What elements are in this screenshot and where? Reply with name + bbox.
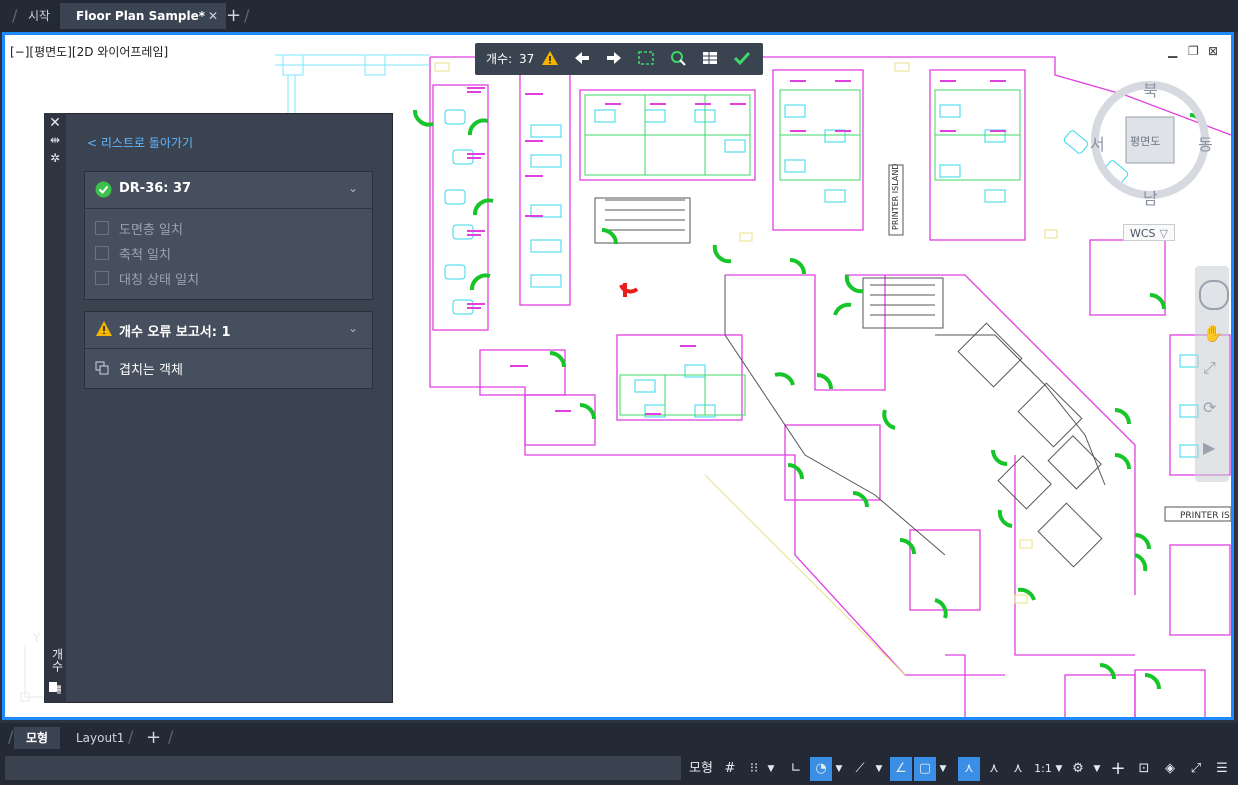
zoom-selection-icon[interactable] <box>637 49 655 69</box>
isolate-objects-icon[interactable]: ◈ <box>1160 757 1180 781</box>
minimize-icon[interactable]: ▁ <box>1168 44 1177 58</box>
done-check-icon[interactable] <box>733 49 751 69</box>
room-labels <box>467 80 1006 415</box>
workspace-gear-icon[interactable]: ⚙ <box>1068 757 1088 781</box>
dr36-section: DR-36: 37 ⌄ 도면층 일치 축척 일치 대칭 상태 일치 <box>84 171 373 300</box>
chevron-down-icon[interactable]: ▼ <box>766 757 776 781</box>
error-report-section: 개수 오류 보고서: 1 ⌄ 겹치는 객체 <box>84 311 373 389</box>
block-count-title: DR-36: 37 <box>119 181 192 196</box>
compass-south[interactable]: 남 <box>1143 185 1158 209</box>
object-snap-tracking-icon[interactable]: ∠ <box>890 757 912 781</box>
ortho-icon[interactable]: ∟ <box>786 757 806 781</box>
annotation-visibility-icon[interactable]: ⋏ <box>958 757 980 781</box>
auto-scale-icon[interactable]: ⋏ <box>984 757 1004 781</box>
count-value: 37 <box>519 52 535 66</box>
scale-selector[interactable]: 1:1 <box>1032 757 1054 781</box>
command-line[interactable] <box>5 756 681 780</box>
restore-icon[interactable]: ❐ <box>1188 44 1199 58</box>
viewport-controls-label[interactable]: [−][평면도][2D 와이어프레임] <box>10 43 168 60</box>
fullscreen-icon[interactable]: ⤢ <box>1186 757 1206 781</box>
close-viewport-icon[interactable]: ⊠ <box>1208 44 1218 58</box>
checkbox[interactable] <box>95 271 109 285</box>
tab-floor-plan-sample[interactable]: Floor Plan Sample* ✕ <box>60 3 226 29</box>
checkbox[interactable] <box>95 246 109 260</box>
wcs-menu[interactable]: WCS ▽ <box>1123 224 1175 241</box>
ucs-y-label: Y <box>32 631 41 645</box>
chevron-down-icon[interactable]: ▼ <box>1054 757 1064 781</box>
success-check-icon <box>95 181 112 201</box>
snap-mode-icon[interactable]: ⁝⁝ <box>744 757 764 781</box>
svg-text:PRINTER ISLAND: PRINTER ISLAND <box>891 164 900 230</box>
previous-arrow-icon[interactable] <box>573 49 591 69</box>
svg-text:PRINTER ISLA: PRINTER ISLA <box>1180 511 1231 521</box>
count-toolbar: 개수: 37 <box>475 43 763 75</box>
pan-hand-icon[interactable]: ✋ <box>1203 324 1223 343</box>
grid-icon[interactable]: # <box>720 757 740 781</box>
steering-wheel-icon[interactable] <box>1199 280 1229 310</box>
orbit-icon[interactable]: ⟳ <box>1203 398 1216 417</box>
chevron-down-icon[interactable]: ⌄ <box>348 321 358 335</box>
zoom-extents-icon[interactable]: ⤢ <box>1203 358 1216 378</box>
model-space-button[interactable]: 모형 <box>686 757 716 781</box>
tab-title: Floor Plan Sample* <box>76 9 205 23</box>
insert-table-icon[interactable] <box>701 49 719 69</box>
object-snap-icon[interactable]: ▢ <box>914 757 936 781</box>
printer-island-1: PRINTER ISLAND <box>888 164 904 236</box>
layout-tab-bar: / 모형 Layout1 / + / <box>0 723 1238 753</box>
chevron-down-icon[interactable]: ▼ <box>834 757 844 781</box>
printer-island-2: PRINTER ISLA <box>1164 506 1231 522</box>
units-icon[interactable]: ⊡ <box>1134 757 1154 781</box>
showmotion-icon[interactable]: ▶ <box>1203 438 1215 457</box>
palette-title: 개수 <box>50 648 64 672</box>
count-label: 개수: <box>486 52 513 66</box>
interior-structure <box>594 197 1106 568</box>
back-to-list-link[interactable]: < 리스트로 돌아가기 <box>87 134 193 151</box>
compass-east[interactable]: 동 <box>1198 131 1213 155</box>
find-objects-icon[interactable] <box>669 49 687 69</box>
annotation-scale-icon[interactable]: ⋏ <box>1008 757 1028 781</box>
overlap-icon <box>95 361 109 379</box>
chevron-down-icon[interactable]: ▼ <box>938 757 948 781</box>
tab-model[interactable]: 모형 <box>14 727 61 749</box>
annotation-lines <box>434 62 1058 676</box>
chevron-down-icon[interactable]: ▼ <box>874 757 884 781</box>
properties-gear-icon[interactable]: ✲ <box>44 151 66 165</box>
autohide-icon[interactable]: ⇹ <box>44 133 66 147</box>
viewcube[interactable]: 북 남 서 동 평면도 <box>1080 75 1230 245</box>
warning-icon <box>95 320 113 340</box>
tab-layout1[interactable]: Layout1 <box>64 727 136 749</box>
checkbox[interactable] <box>95 221 109 235</box>
navigation-bar: ✋ ⤢ ⟳ ▶ <box>1195 266 1229 482</box>
error-report-header[interactable]: 개수 오류 보고서: 1 ⌄ <box>85 312 372 349</box>
chevron-down-icon[interactable]: ▼ <box>1092 757 1102 781</box>
polar-tracking-icon[interactable]: ◔ <box>810 757 832 781</box>
compass-north[interactable]: 북 <box>1143 77 1158 101</box>
error-door <box>619 283 639 297</box>
chevron-down-icon[interactable]: ⌄ <box>348 181 358 195</box>
document-tab-bar: / 시작 Floor Plan Sample* ✕ + / <box>0 0 1238 32</box>
count-palette-icon <box>44 681 66 698</box>
close-palette-icon[interactable]: ✕ <box>44 115 66 131</box>
tab-separator: / <box>244 6 250 25</box>
next-arrow-icon[interactable] <box>605 49 623 69</box>
tab-start[interactable]: 시작 <box>16 3 62 29</box>
warning-icon[interactable] <box>541 49 559 69</box>
palette-side-strip: ✕ ⇹ ✲ 개수 <box>44 113 66 703</box>
workstations <box>584 89 1021 416</box>
customize-menu-icon[interactable]: ☰ <box>1212 757 1232 781</box>
dr36-section-header[interactable]: DR-36: 37 ⌄ <box>85 172 372 209</box>
compass-west[interactable]: 서 <box>1090 131 1105 155</box>
error-report-title: 개수 오류 보고서: 1 <box>119 325 231 340</box>
viewcube-top-face[interactable]: 평면도 <box>1130 133 1160 149</box>
isodraft-icon[interactable]: ⟋ <box>850 757 870 781</box>
annotation-monitor-icon[interactable]: + <box>1108 757 1128 781</box>
